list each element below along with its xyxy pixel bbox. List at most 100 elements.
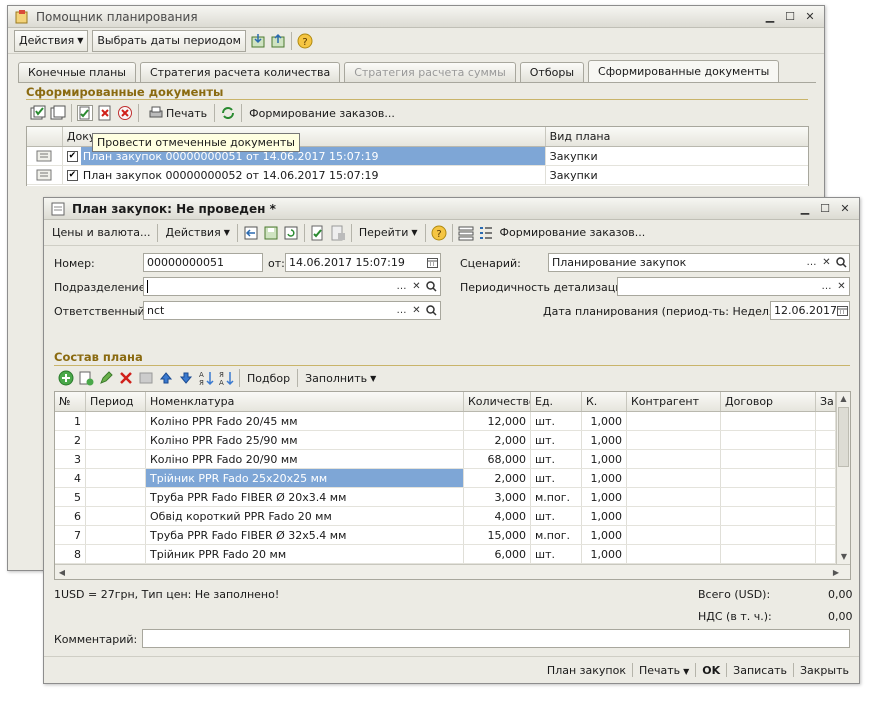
save-icon[interactable] xyxy=(263,225,279,241)
table-row[interactable]: 1 Коліно PPR Fado 20/45 мм 12,000 шт. 1,000 xyxy=(55,412,850,431)
row-contractor[interactable] xyxy=(627,526,721,544)
row-coef[interactable]: 1,000 xyxy=(582,412,627,430)
row-checkbox[interactable]: ✔ xyxy=(66,150,78,162)
copy-row-icon[interactable] xyxy=(78,370,94,386)
refresh-icon[interactable] xyxy=(220,105,236,121)
open-icon[interactable] xyxy=(424,277,439,296)
table-row[interactable]: ✔ План закупок 00000000052 от 14.06.2017… xyxy=(27,166,808,185)
row-contract[interactable] xyxy=(721,545,816,563)
delete-mark-icon[interactable] xyxy=(117,105,133,121)
structure-icon[interactable] xyxy=(458,225,474,241)
grid-header-plan-type[interactable]: Вид плана xyxy=(546,127,808,146)
row-quantity[interactable]: 2,000 xyxy=(464,431,531,449)
row-unit[interactable]: шт. xyxy=(531,507,582,525)
goto-menu-button[interactable]: Перейти ▼ xyxy=(355,222,422,244)
open-icon[interactable] xyxy=(424,301,439,320)
row-number[interactable]: 3 xyxy=(55,450,86,468)
scroll-left-icon[interactable]: ◀ xyxy=(55,568,69,577)
row-coef[interactable]: 1,000 xyxy=(582,488,627,506)
delete-row-icon[interactable] xyxy=(118,370,134,386)
row-unit[interactable]: шт. xyxy=(531,469,582,487)
row-number[interactable]: 5 xyxy=(55,488,86,506)
col-header-period[interactable]: Период xyxy=(86,392,146,411)
tab-filters[interactable]: Отборы xyxy=(519,62,585,82)
row-coef[interactable]: 1,000 xyxy=(582,469,627,487)
row-quantity[interactable]: 2,000 xyxy=(464,469,531,487)
row-item[interactable]: Коліно PPR Fado 25/90 мм xyxy=(146,431,464,449)
row-unit[interactable]: шт. xyxy=(531,412,582,430)
row-contract[interactable] xyxy=(721,507,816,525)
tab-generated-documents[interactable]: Сформированные документы xyxy=(588,60,780,82)
row-coef[interactable]: 1,000 xyxy=(582,431,627,449)
row-period[interactable] xyxy=(86,431,146,449)
row-quantity[interactable]: 15,000 xyxy=(464,526,531,544)
row-contract[interactable] xyxy=(721,526,816,544)
end-edit-icon[interactable] xyxy=(138,370,154,386)
actions-menu-button[interactable]: Действия ▼ xyxy=(14,29,89,52)
row-quantity[interactable]: 3,000 xyxy=(464,488,531,506)
select-ellipsis-icon[interactable]: … xyxy=(819,277,834,296)
row-item[interactable]: Труба PPR Fado FIBER Ø 32х5.4 мм xyxy=(146,526,464,544)
comment-field[interactable] xyxy=(142,629,850,648)
form-orders-button[interactable]: Формирование заказов... xyxy=(245,102,399,124)
row-item[interactable]: Коліно PPR Fado 20/45 мм xyxy=(146,412,464,430)
vertical-scrollbar[interactable]: ▲ ▼ xyxy=(836,392,850,564)
close-icon[interactable]: ✕ xyxy=(835,200,855,218)
purchase-plan-titlebar[interactable]: План закупок: Не проведен * ▁ ☐ ✕ xyxy=(44,198,859,220)
row-contract[interactable] xyxy=(721,412,816,430)
table-row[interactable]: 4 Трійник PPR Fado 25х20х25 мм 2,000 шт. 1,0… xyxy=(55,469,850,488)
add-row-icon[interactable] xyxy=(58,370,74,386)
form-orders-button[interactable]: Формирование заказов... xyxy=(496,222,650,244)
move-up-icon[interactable] xyxy=(158,370,174,386)
reread-icon[interactable] xyxy=(283,225,299,241)
row-coef[interactable]: 1,000 xyxy=(582,526,627,544)
row-period[interactable] xyxy=(86,545,146,563)
row-quantity[interactable]: 4,000 xyxy=(464,507,531,525)
ok-button[interactable]: OK xyxy=(696,664,726,677)
row-contractor[interactable] xyxy=(627,545,721,563)
row-period[interactable] xyxy=(86,450,146,468)
row-contractor[interactable] xyxy=(627,412,721,430)
col-header-number[interactable]: № xyxy=(55,392,86,411)
print-button[interactable]: Печать xyxy=(142,102,211,124)
row-item[interactable]: Коліно PPR Fado 20/90 мм xyxy=(146,450,464,468)
row-contractor[interactable] xyxy=(627,431,721,449)
check-all-icon[interactable] xyxy=(30,105,46,121)
tab-final-plans[interactable]: Конечные планы xyxy=(18,62,136,82)
sort-ascending-icon[interactable]: AЯ xyxy=(198,370,214,386)
row-coef[interactable]: 1,000 xyxy=(582,545,627,563)
row-period[interactable] xyxy=(86,488,146,506)
table-row[interactable]: 7 Труба PPR Fado FIBER Ø 32х5.4 мм 15,000 м… xyxy=(55,526,850,545)
row-number[interactable]: 6 xyxy=(55,507,86,525)
row-contractor[interactable] xyxy=(627,488,721,506)
row-unit[interactable]: шт. xyxy=(531,450,582,468)
col-header-contractor[interactable]: Контрагент xyxy=(627,392,721,411)
calendar-icon[interactable] xyxy=(835,301,850,320)
row-quantity[interactable]: 68,000 xyxy=(464,450,531,468)
row-quantity[interactable]: 6,000 xyxy=(464,545,531,563)
table-row[interactable]: 5 Труба PPR Fado FIBER Ø 20х3.4 мм 3,000 м.… xyxy=(55,488,850,507)
clear-icon[interactable]: ✕ xyxy=(409,277,424,296)
post-and-close-icon[interactable] xyxy=(243,225,259,241)
unpost-icon[interactable] xyxy=(97,105,113,121)
help-icon[interactable]: ? xyxy=(297,33,313,49)
row-unit[interactable]: м.пог. xyxy=(531,488,582,506)
row-period[interactable] xyxy=(86,507,146,525)
move-down-icon[interactable] xyxy=(178,370,194,386)
row-period[interactable] xyxy=(86,526,146,544)
row-period[interactable] xyxy=(86,469,146,487)
post-icon[interactable] xyxy=(310,225,326,241)
minimize-icon[interactable]: ▁ xyxy=(760,8,780,26)
periodicity-field[interactable] xyxy=(617,277,850,296)
scroll-down-icon[interactable]: ▼ xyxy=(837,550,850,564)
scroll-thumb[interactable] xyxy=(838,407,849,467)
date-field[interactable]: 14.06.2017 15:07:19 xyxy=(285,253,441,272)
close-button[interactable]: Закрыть xyxy=(794,664,855,677)
prices-currency-button[interactable]: Цены и валюта... xyxy=(48,222,154,244)
row-number[interactable]: 2 xyxy=(55,431,86,449)
maximize-icon[interactable]: ☐ xyxy=(780,8,800,26)
row-item[interactable]: Трійник PPR Fado 25х20х25 мм xyxy=(146,469,464,487)
row-item[interactable]: Обвід короткий PPR Fado 20 мм xyxy=(146,507,464,525)
select-dates-button[interactable]: Выбрать даты периодом xyxy=(92,29,246,52)
tab-quantity-strategy[interactable]: Стратегия расчета количества xyxy=(139,62,341,82)
